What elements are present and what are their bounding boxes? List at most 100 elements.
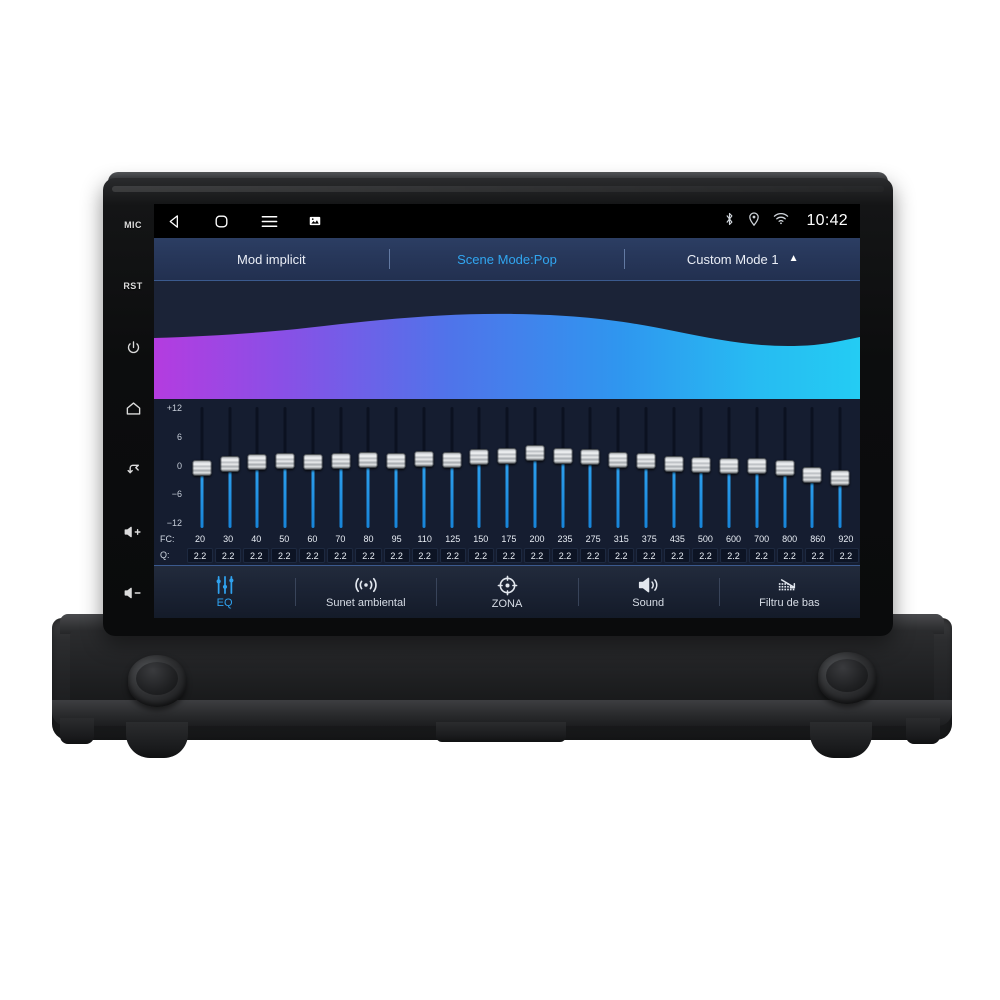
eq-slider-handle[interactable]	[303, 454, 323, 471]
q-value[interactable]: 2.2	[580, 547, 607, 563]
eq-slider-handle[interactable]	[608, 452, 628, 469]
eq-band[interactable]	[771, 405, 799, 530]
tab-zone[interactable]: ZONA	[436, 566, 577, 618]
eq-slider-track[interactable]	[838, 407, 842, 528]
nav-home-icon[interactable]	[213, 213, 230, 230]
q-value[interactable]: 2.2	[552, 547, 579, 563]
eq-band[interactable]	[244, 405, 272, 530]
eq-slider-track[interactable]	[505, 407, 509, 528]
power-button[interactable]	[118, 335, 148, 361]
eq-band[interactable]	[660, 405, 688, 530]
tab-sound[interactable]: Sound	[577, 566, 719, 618]
eq-band[interactable]	[549, 405, 577, 530]
eq-slider-handle[interactable]	[386, 453, 406, 470]
q-value[interactable]: 2.2	[804, 547, 831, 563]
eq-slider-handle[interactable]	[331, 453, 351, 470]
eq-band[interactable]	[493, 405, 521, 530]
q-value[interactable]: 2.2	[523, 547, 551, 563]
q-value[interactable]: 2.2	[832, 547, 859, 563]
eq-slider-handle[interactable]	[664, 456, 684, 473]
q-value[interactable]: 2.2	[355, 547, 382, 563]
eq-slider-handle[interactable]	[358, 452, 378, 469]
eq-slider-track[interactable]	[588, 407, 592, 528]
eq-band[interactable]	[743, 405, 771, 530]
eq-band[interactable]	[216, 405, 244, 530]
eq-band[interactable]	[688, 405, 716, 530]
eq-band[interactable]	[410, 405, 438, 530]
eq-band[interactable]	[355, 405, 383, 530]
eq-slider-handle[interactable]	[497, 448, 517, 465]
nav-menu-icon[interactable]	[260, 213, 279, 230]
eq-slider-handle[interactable]	[275, 453, 295, 470]
eq-slider-handle[interactable]	[525, 444, 545, 461]
eq-band[interactable]	[604, 405, 632, 530]
eq-slider-handle[interactable]	[802, 466, 822, 483]
default-mode-button[interactable]: Mod implicit	[154, 252, 389, 267]
eq-slider-handle[interactable]	[414, 451, 434, 468]
q-value[interactable]: 2.2	[495, 547, 522, 563]
eq-slider-track[interactable]	[561, 407, 565, 528]
eq-slider-handle[interactable]	[691, 457, 711, 474]
q-value[interactable]: 2.2	[271, 547, 298, 563]
q-value[interactable]: 2.2	[383, 547, 410, 563]
q-value[interactable]: 2.2	[327, 547, 354, 563]
eq-band[interactable]	[577, 405, 605, 530]
eq-slider-track[interactable]	[533, 407, 537, 528]
eq-slider-handle[interactable]	[636, 453, 656, 470]
scene-mode-button[interactable]: Scene Mode:Pop	[390, 252, 625, 267]
eq-band[interactable]	[271, 405, 299, 530]
q-value[interactable]: 2.2	[608, 547, 635, 563]
eq-band[interactable]	[632, 405, 660, 530]
tab-bass-filter[interactable]: Filtru de bas	[718, 566, 860, 618]
eq-slider-handle[interactable]	[747, 458, 767, 475]
q-value[interactable]: 2.2	[439, 547, 466, 563]
back-hw-button[interactable]	[118, 457, 148, 483]
tab-eq[interactable]: EQ	[154, 566, 295, 618]
q-value[interactable]: 2.2	[664, 547, 691, 563]
q-value[interactable]: 2.2	[776, 547, 803, 563]
eq-band[interactable]	[715, 405, 743, 530]
nav-back-icon[interactable]	[166, 213, 183, 230]
q-value[interactable]: 2.2	[467, 547, 494, 563]
eq-band[interactable]	[382, 405, 410, 530]
q-value[interactable]: 2.2	[720, 547, 747, 563]
eq-band[interactable]	[799, 405, 827, 530]
q-value[interactable]: 2.2	[215, 547, 242, 563]
eq-band[interactable]	[438, 405, 466, 530]
eq-slider-handle[interactable]	[220, 456, 240, 473]
eq-band[interactable]	[188, 405, 216, 530]
eq-band[interactable]	[826, 405, 854, 530]
eq-slider-handle[interactable]	[469, 449, 489, 466]
reset-button[interactable]: RST	[118, 273, 148, 299]
custom-mode-button[interactable]: Custom Mode 1 ▲	[625, 252, 860, 267]
eq-slider-handle[interactable]	[775, 459, 795, 476]
q-value[interactable]: 2.2	[243, 547, 270, 563]
eq-slider-track[interactable]	[477, 407, 481, 528]
eq-slider-handle[interactable]	[247, 454, 267, 471]
chevron-up-icon[interactable]: ▲	[789, 254, 799, 264]
q-value[interactable]: 2.2	[411, 547, 438, 563]
eq-slider-track[interactable]	[422, 407, 426, 528]
q-value[interactable]: 2.2	[187, 547, 214, 563]
mic-button[interactable]: MIC	[118, 212, 148, 238]
tab-surround[interactable]: Sunet ambiental	[295, 566, 436, 618]
nav-screenshot-icon[interactable]	[309, 215, 321, 227]
eq-slider-handle[interactable]	[830, 469, 850, 486]
eq-band[interactable]	[466, 405, 494, 530]
eq-slider-handle[interactable]	[580, 449, 600, 466]
q-value[interactable]: 2.2	[636, 547, 663, 563]
q-value[interactable]: 2.2	[299, 547, 326, 563]
volume-up-button[interactable]	[118, 519, 148, 545]
eq-band[interactable]	[327, 405, 355, 530]
eq-slider-fill	[616, 460, 620, 528]
volume-down-button[interactable]	[118, 580, 148, 606]
q-value[interactable]: 2.2	[748, 547, 775, 563]
eq-slider-handle[interactable]	[442, 452, 462, 469]
q-value[interactable]: 2.2	[692, 547, 719, 563]
eq-slider-handle[interactable]	[553, 448, 573, 465]
eq-band[interactable]	[521, 405, 549, 530]
eq-slider-handle[interactable]	[192, 459, 212, 476]
eq-slider-handle[interactable]	[719, 458, 739, 475]
eq-band[interactable]	[299, 405, 327, 530]
home-hw-button[interactable]	[118, 396, 148, 422]
